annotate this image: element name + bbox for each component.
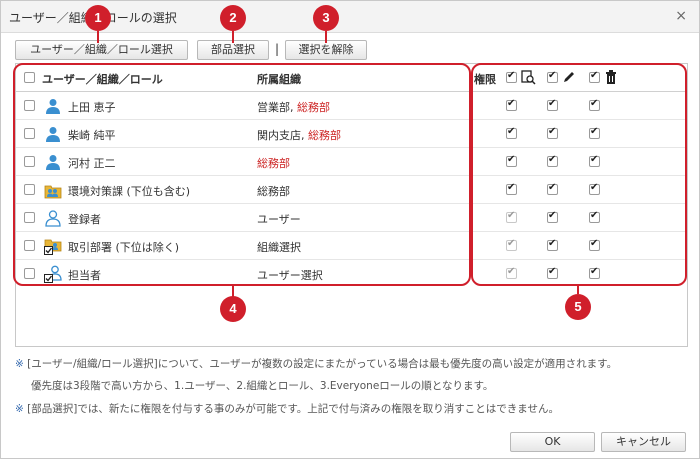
cancel-button[interactable]: キャンセル <box>601 432 686 452</box>
note-priority: ※ [ユーザー/組織/ロール選択]について、ユーザーが複数の設定にまたがっている… <box>15 358 618 370</box>
badge-1-connector <box>97 31 99 43</box>
dept-select-button[interactable]: 部品選択 <box>197 40 269 60</box>
user-org-role-select-button[interactable]: ユーザー／組織／ロール選択 <box>15 40 188 60</box>
badge-4: 4 <box>220 296 246 322</box>
highlight-box-permissions <box>471 63 687 286</box>
note-priority-detail: 優先度は3段階で高い方から、1.ユーザー、2.組織とロール、3.Everyone… <box>31 380 494 392</box>
badge-2: 2 <box>220 5 246 31</box>
badge-5: 5 <box>565 294 591 320</box>
toolbar-separator: | <box>275 42 280 56</box>
badge-2-connector <box>232 31 234 43</box>
badge-3: 3 <box>313 5 339 31</box>
badge-5-connector <box>577 286 579 294</box>
ok-button[interactable]: OK <box>510 432 595 452</box>
badge-3-connector <box>325 31 327 43</box>
note-dept-select: ※ [部品選択]では、新たに権限を付与する事のみが可能です。上記で付与済みの権限… <box>15 403 559 415</box>
close-icon[interactable]: × <box>675 8 687 24</box>
badge-1: 1 <box>85 5 111 31</box>
role-select-dialog: ユーザー／組織／ロールの選択 × ユーザー／組織／ロール選択 部品選択 | 選択… <box>0 0 700 459</box>
highlight-box-user-list <box>13 63 471 286</box>
clear-selection-button[interactable]: 選択を解除 <box>285 40 367 60</box>
